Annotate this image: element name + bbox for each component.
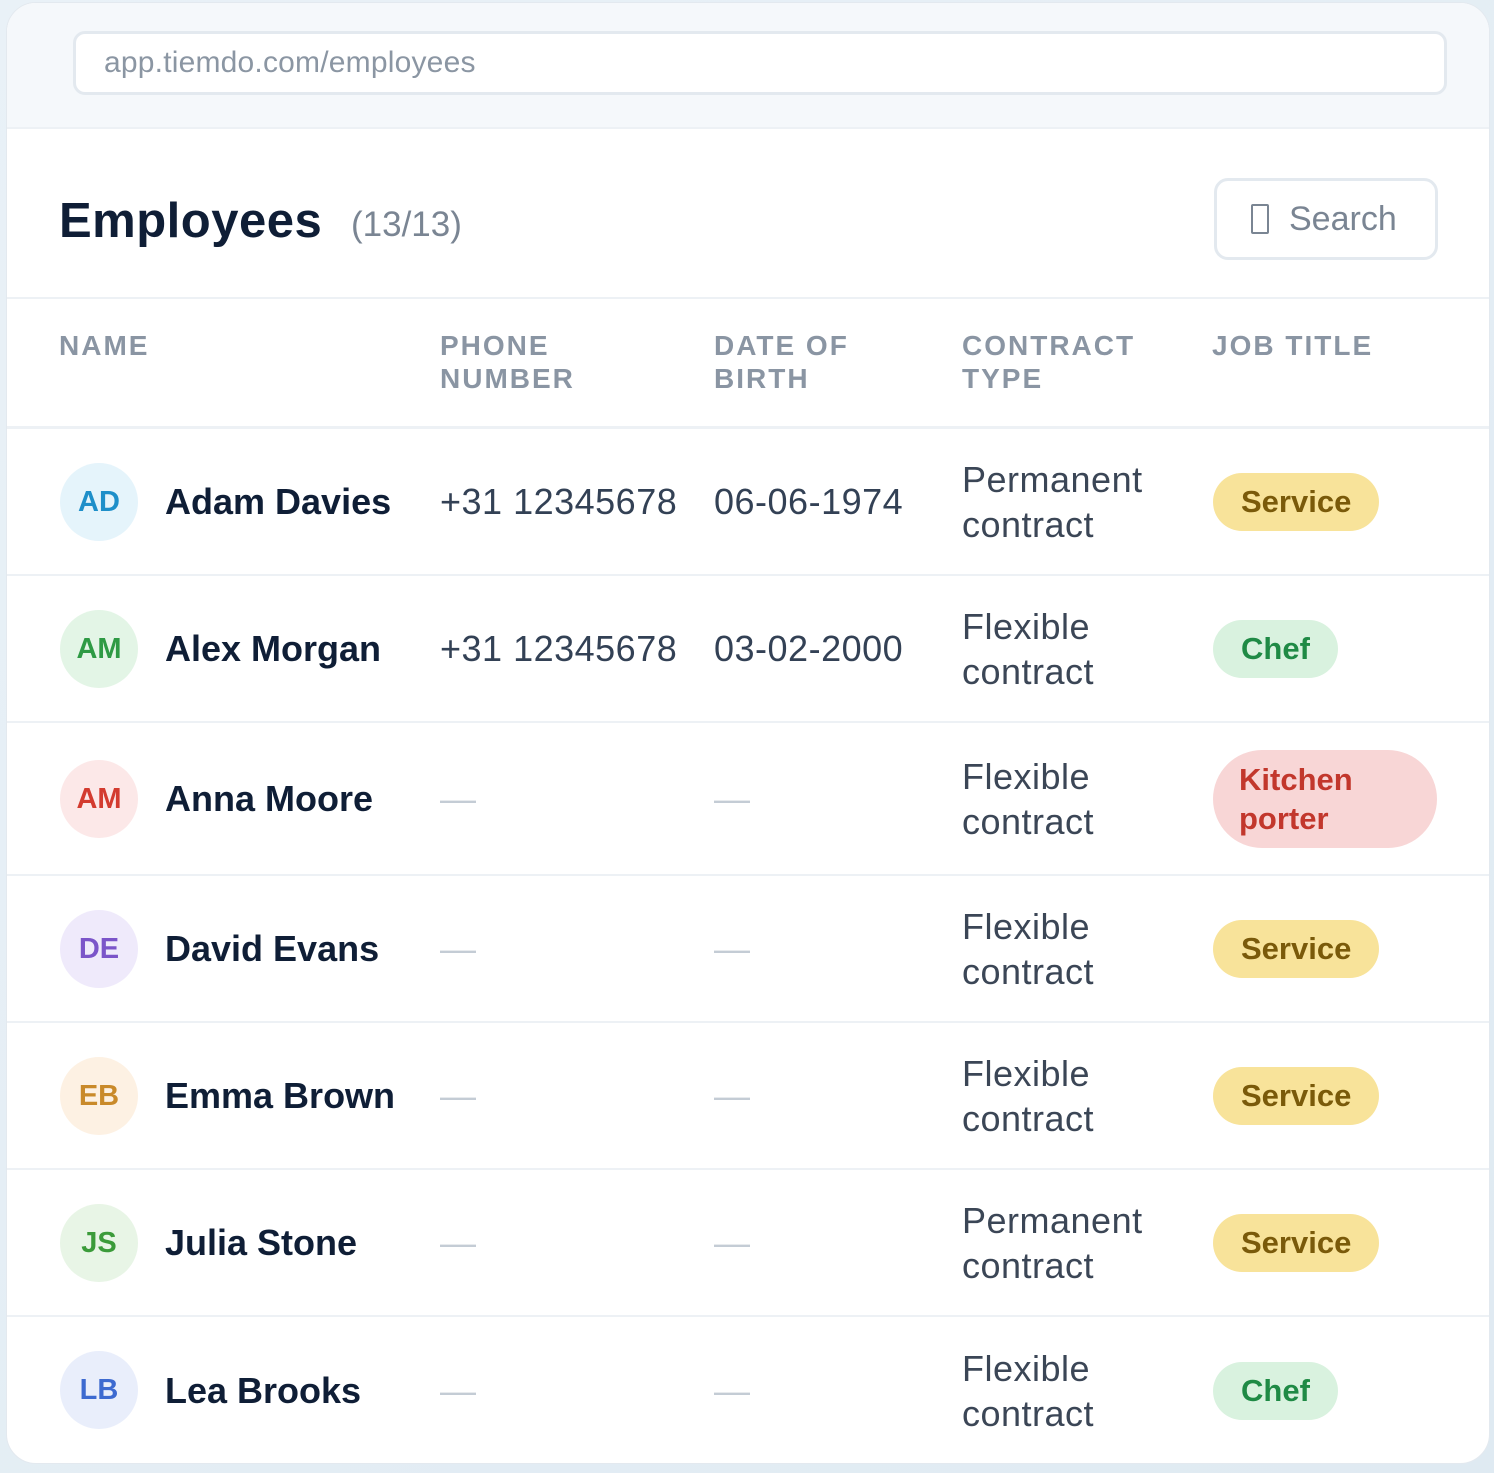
employee-name[interactable]: David Evans <box>165 876 379 1021</box>
job-title-badge: Service <box>1213 472 1380 531</box>
contract-type: Flexible contract <box>962 605 1095 692</box>
job-title-badge: Service <box>1213 1066 1380 1125</box>
avatar: AM <box>60 760 138 838</box>
column-header-phone[interactable]: PHONE NUMBER <box>440 329 610 395</box>
job-title-badge: Chef <box>1213 1361 1338 1420</box>
column-header-job-title[interactable]: JOB TITLE <box>1212 329 1373 362</box>
employee-name[interactable]: Alex Morgan <box>165 576 381 721</box>
job-title-cell: Service <box>1213 1170 1380 1315</box>
contract-type: Flexible contract <box>962 905 1095 992</box>
phone-number: — <box>440 927 477 969</box>
column-header-name[interactable]: NAME <box>59 329 149 362</box>
app-window: app.tiemdo.com/employees Employees (13/1… <box>6 2 1490 1464</box>
job-title-badge: Service <box>1213 1213 1380 1272</box>
column-header-dob[interactable]: DATE OF BIRTH <box>714 329 874 395</box>
job-title-cell: Service <box>1213 1023 1380 1168</box>
contract-type: Permanent contract <box>962 458 1143 545</box>
contract-type: Flexible contract <box>962 755 1095 842</box>
job-title-cell: Service <box>1213 429 1380 574</box>
avatar: AD <box>60 463 138 541</box>
date-of-birth: — <box>714 1074 751 1116</box>
avatar: AM <box>60 610 138 688</box>
table-row[interactable]: JS Julia Stone — — Permanent contract Se… <box>7 1170 1489 1317</box>
phone-number: — <box>440 1221 477 1263</box>
contract-type: Flexible contract <box>962 1347 1095 1434</box>
date-of-birth: 03-02-2000 <box>714 627 904 669</box>
job-title-cell: Service <box>1213 876 1380 1021</box>
search-button[interactable]: Search <box>1214 178 1438 260</box>
contract-type: Flexible contract <box>962 1052 1095 1139</box>
browser-chrome: app.tiemdo.com/employees <box>7 3 1489 129</box>
employee-name[interactable]: Emma Brown <box>165 1023 395 1168</box>
avatar: DE <box>60 910 138 988</box>
employee-name[interactable]: Anna Moore <box>165 723 373 874</box>
table-row[interactable]: AM Alex Morgan +31 12345678 03-02-2000 F… <box>7 576 1489 723</box>
table-row[interactable]: EB Emma Brown — — Flexible contract Serv… <box>7 1023 1489 1170</box>
phone-number: +31 12345678 <box>440 480 678 522</box>
employee-table-body: AD Adam Davies +31 12345678 06-06-1974 P… <box>7 429 1489 1463</box>
job-title-badge: Service <box>1213 919 1380 978</box>
avatar: JS <box>60 1204 138 1282</box>
date-of-birth: — <box>714 777 751 819</box>
job-title-cell: Chef <box>1213 576 1338 721</box>
column-header-contract[interactable]: CONTRACT TYPE <box>962 329 1162 395</box>
job-title-badge: Chef <box>1213 619 1338 678</box>
table-row[interactable]: AM Anna Moore — — Flexible contract Kitc… <box>7 723 1489 876</box>
table-row[interactable]: LB Lea Brooks — — Flexible contract Chef <box>7 1317 1489 1463</box>
avatar: EB <box>60 1057 138 1135</box>
search-label: Search <box>1289 199 1397 238</box>
search-icon <box>1251 204 1269 234</box>
phone-number: — <box>440 777 477 819</box>
employee-name[interactable]: Lea Brooks <box>165 1317 361 1463</box>
employee-count: (13/13) <box>351 205 462 244</box>
page-header: Employees (13/13) Search <box>7 129 1489 299</box>
date-of-birth: 06-06-1974 <box>714 480 904 522</box>
address-bar[interactable]: app.tiemdo.com/employees <box>73 31 1447 95</box>
contract-type: Permanent contract <box>962 1199 1143 1286</box>
date-of-birth: — <box>714 927 751 969</box>
job-title-cell: Chef <box>1213 1317 1338 1463</box>
job-title-cell: Kitchen porter <box>1213 723 1437 874</box>
job-title-badge: Kitchen porter <box>1213 749 1437 848</box>
date-of-birth: — <box>714 1369 751 1411</box>
date-of-birth: — <box>714 1221 751 1263</box>
table-row[interactable]: DE David Evans — — Flexible contract Ser… <box>7 876 1489 1023</box>
employee-name[interactable]: Adam Davies <box>165 429 391 574</box>
phone-number: — <box>440 1369 477 1411</box>
phone-number: — <box>440 1074 477 1116</box>
table-header: NAME PHONE NUMBER DATE OF BIRTH CONTRACT… <box>7 299 1489 429</box>
table-row[interactable]: AD Adam Davies +31 12345678 06-06-1974 P… <box>7 429 1489 576</box>
avatar: LB <box>60 1351 138 1429</box>
phone-number: +31 12345678 <box>440 627 678 669</box>
employee-name[interactable]: Julia Stone <box>165 1170 357 1315</box>
page-title: Employees <box>59 194 323 248</box>
